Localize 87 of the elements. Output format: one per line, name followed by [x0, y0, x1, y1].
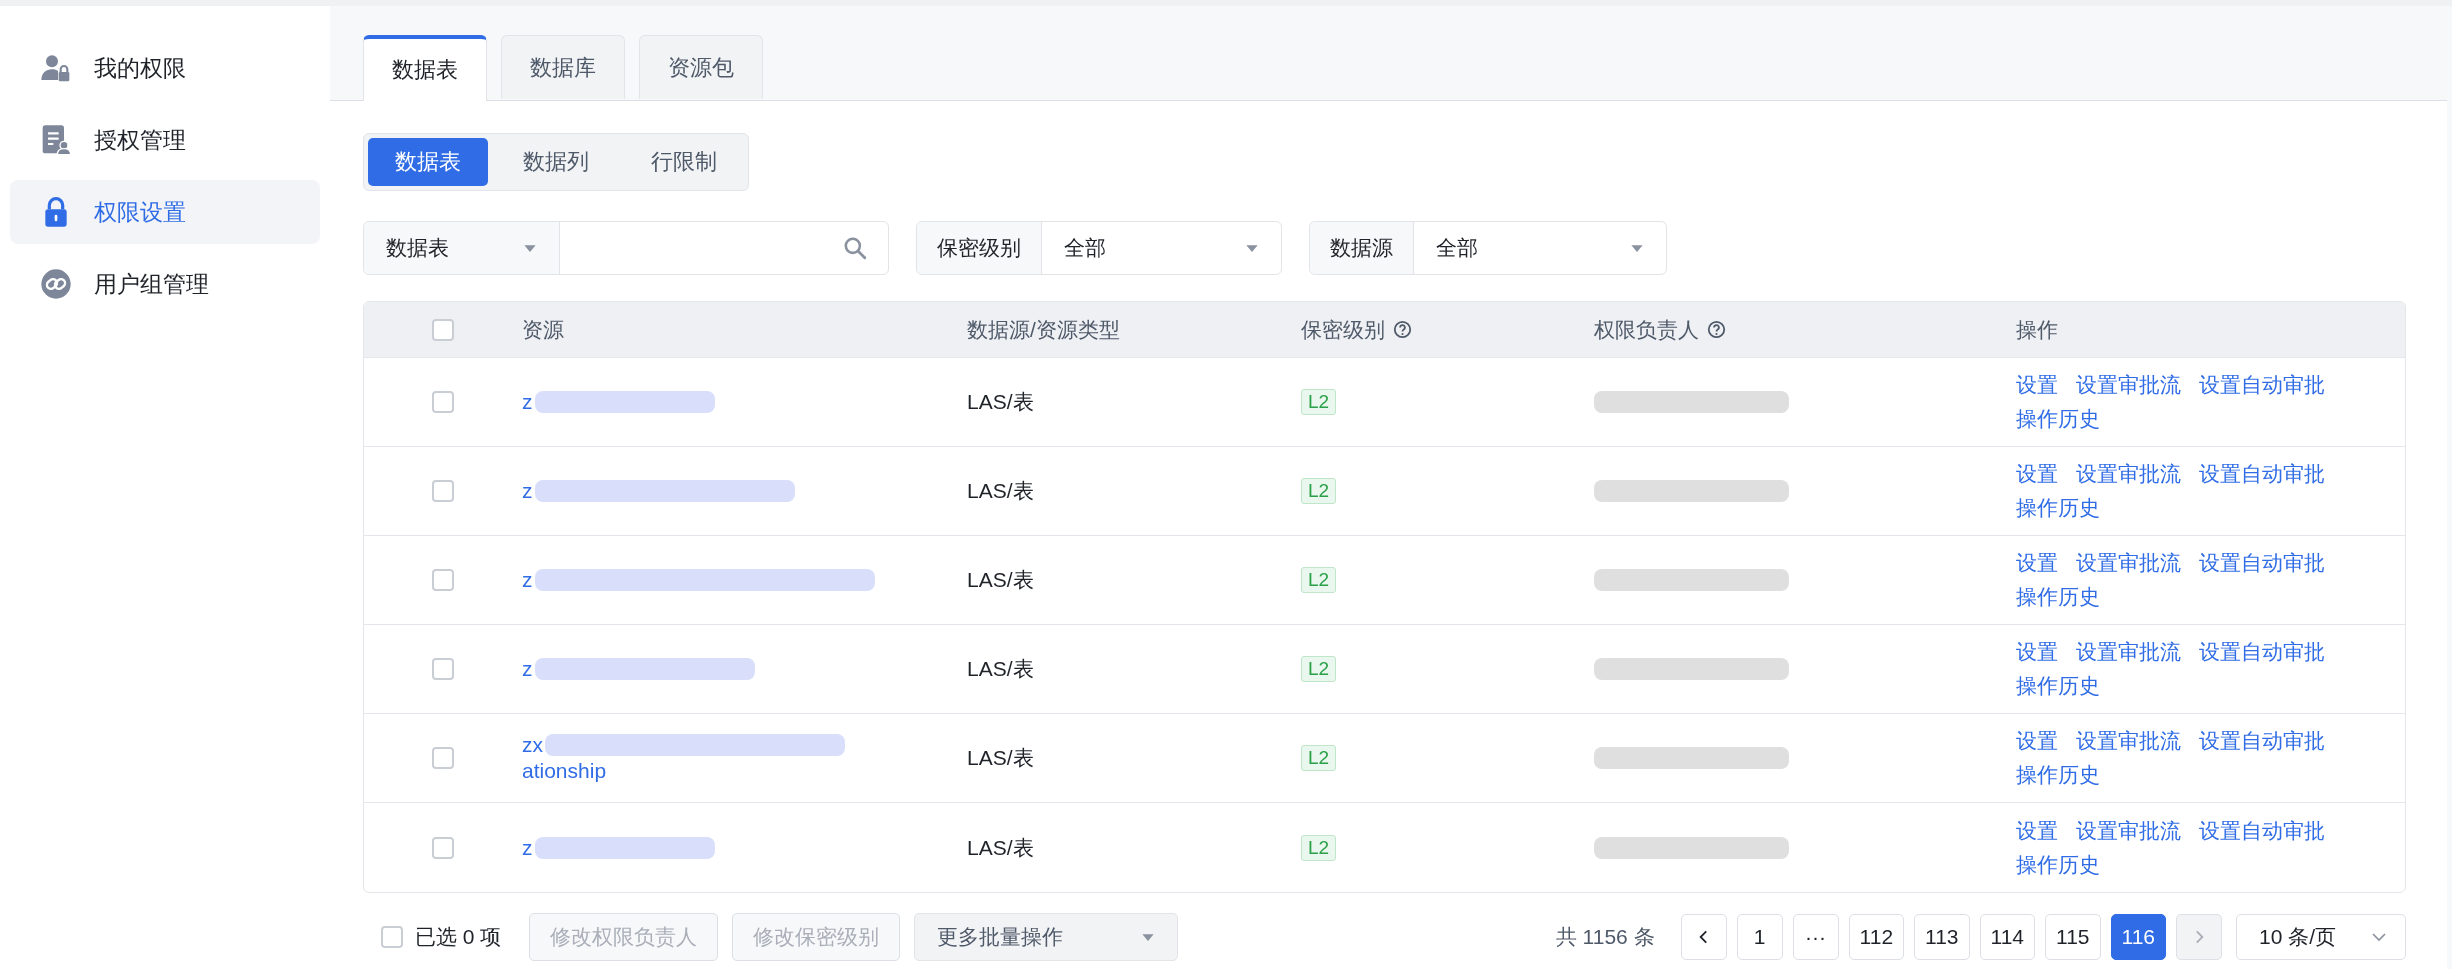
- page-button[interactable]: ···: [1792, 914, 1839, 960]
- caret-icon: [523, 243, 537, 253]
- level-tag: L2: [1301, 656, 1337, 682]
- column-header: 权限负责人: [1594, 316, 1699, 343]
- action-link[interactable]: 设置审批流: [2076, 727, 2181, 755]
- table-cell-text: LAS/表: [967, 745, 1034, 771]
- page-button[interactable]: 115: [2045, 914, 2101, 960]
- segment-tab[interactable]: 数据列: [496, 138, 616, 186]
- action-link[interactable]: 设置自动审批: [2199, 371, 2325, 399]
- page-size-select[interactable]: 10 条/页: [2236, 914, 2406, 960]
- action-link[interactable]: 操作历史: [2016, 494, 2100, 522]
- tab[interactable]: 数据库: [501, 35, 625, 99]
- tab[interactable]: 数据表: [363, 35, 487, 101]
- search-field[interactable]: 数据表: [363, 221, 889, 275]
- total-count: 共 1156 条: [1555, 924, 1655, 950]
- level-tag: L2: [1301, 389, 1337, 415]
- action-link[interactable]: 设置审批流: [2076, 371, 2181, 399]
- resource-link[interactable]: z: [522, 390, 533, 414]
- action-link[interactable]: 操作历史: [2016, 850, 2100, 879]
- level-tag: L2: [1301, 834, 1337, 861]
- page-button[interactable]: 114: [1979, 914, 2036, 960]
- action-link[interactable]: 设置: [2016, 727, 2058, 755]
- column-header: 资源: [522, 316, 564, 343]
- table-cell-text: LAS/表: [967, 567, 1034, 593]
- document-user-icon: [40, 124, 72, 156]
- page-button[interactable]: 1: [1736, 914, 1783, 960]
- action-link[interactable]: 设置自动审批: [2199, 460, 2325, 488]
- checkbox[interactable]: [432, 569, 454, 591]
- resource-link[interactable]: zx: [522, 733, 543, 757]
- selected-count: 已选 0 项: [415, 924, 502, 950]
- previous-page-button[interactable]: [1680, 914, 1727, 960]
- action-link[interactable]: 设置自动审批: [2199, 727, 2325, 755]
- link-circle-icon: [40, 268, 72, 300]
- action-link[interactable]: 设置审批流: [2076, 460, 2181, 488]
- checkbox[interactable]: [432, 480, 454, 502]
- table-cell-text: LAS/表: [967, 834, 1034, 861]
- level-tag: L2: [1301, 745, 1337, 771]
- action-link[interactable]: 设置自动审批: [2199, 549, 2325, 577]
- user-lock-icon: [40, 52, 72, 84]
- page-button[interactable]: 113: [1914, 914, 1970, 960]
- action-link[interactable]: 设置审批流: [2076, 638, 2181, 666]
- page-button[interactable]: 116: [2110, 914, 2166, 960]
- action-link[interactable]: 操作历史: [2016, 405, 2100, 433]
- action-link[interactable]: 设置自动审批: [2199, 638, 2325, 666]
- level-tag: L2: [1301, 567, 1337, 593]
- column-header: 数据源/资源类型: [967, 316, 1120, 343]
- sidebar-item[interactable]: 权限设置: [10, 180, 320, 244]
- resource-link[interactable]: z: [522, 835, 533, 860]
- checkbox[interactable]: [432, 836, 454, 859]
- action-link[interactable]: 操作历史: [2016, 583, 2100, 611]
- sidebar-item[interactable]: 授权管理: [10, 108, 320, 172]
- action-link[interactable]: 设置审批流: [2076, 816, 2181, 845]
- sidebar-item[interactable]: 用户组管理: [10, 252, 320, 316]
- column-header: 操作: [2016, 316, 2058, 343]
- action-link[interactable]: 操作历史: [2016, 761, 2100, 789]
- type-select[interactable]: 数据表: [364, 222, 560, 274]
- checkbox[interactable]: [432, 391, 454, 413]
- action-link[interactable]: 设置审批流: [2076, 549, 2181, 577]
- action-link[interactable]: 设置: [2016, 460, 2058, 488]
- sidebar-item[interactable]: 我的权限: [10, 36, 320, 100]
- tab[interactable]: 资源包: [639, 35, 763, 99]
- action-link[interactable]: 设置: [2016, 549, 2058, 577]
- action-link[interactable]: 设置: [2016, 638, 2058, 666]
- checkbox[interactable]: [432, 318, 454, 341]
- resource-link[interactable]: z: [522, 568, 533, 592]
- action-link[interactable]: 操作历史: [2016, 672, 2100, 700]
- level-tag: L2: [1301, 478, 1337, 504]
- search-icon: [842, 235, 868, 261]
- segment-tab[interactable]: 数据表: [368, 138, 488, 186]
- chevron-down-icon: [2371, 932, 2387, 942]
- caret-icon: [1141, 932, 1156, 942]
- segment-tab[interactable]: 行限制: [624, 138, 744, 186]
- page-button[interactable]: 112: [1848, 914, 1905, 960]
- action-link[interactable]: 设置自动审批: [2199, 816, 2325, 845]
- batch-select[interactable]: 更多批量操作: [914, 913, 1179, 961]
- checkbox[interactable]: [432, 658, 454, 680]
- table-cell-text: LAS/表: [967, 478, 1034, 504]
- table-cell-text: LAS/表: [967, 656, 1034, 682]
- resource-link[interactable]: z: [522, 657, 533, 681]
- action-link[interactable]: 设置: [2016, 371, 2058, 399]
- action-link[interactable]: 设置: [2016, 816, 2058, 845]
- checkbox[interactable]: [381, 926, 403, 948]
- resource-link[interactable]: ationship: [522, 759, 607, 783]
- table-cell-text: LAS/表: [967, 389, 1034, 415]
- column-header: 保密级别: [1301, 316, 1385, 343]
- checkbox[interactable]: [432, 747, 454, 769]
- resource-link[interactable]: z: [522, 479, 533, 503]
